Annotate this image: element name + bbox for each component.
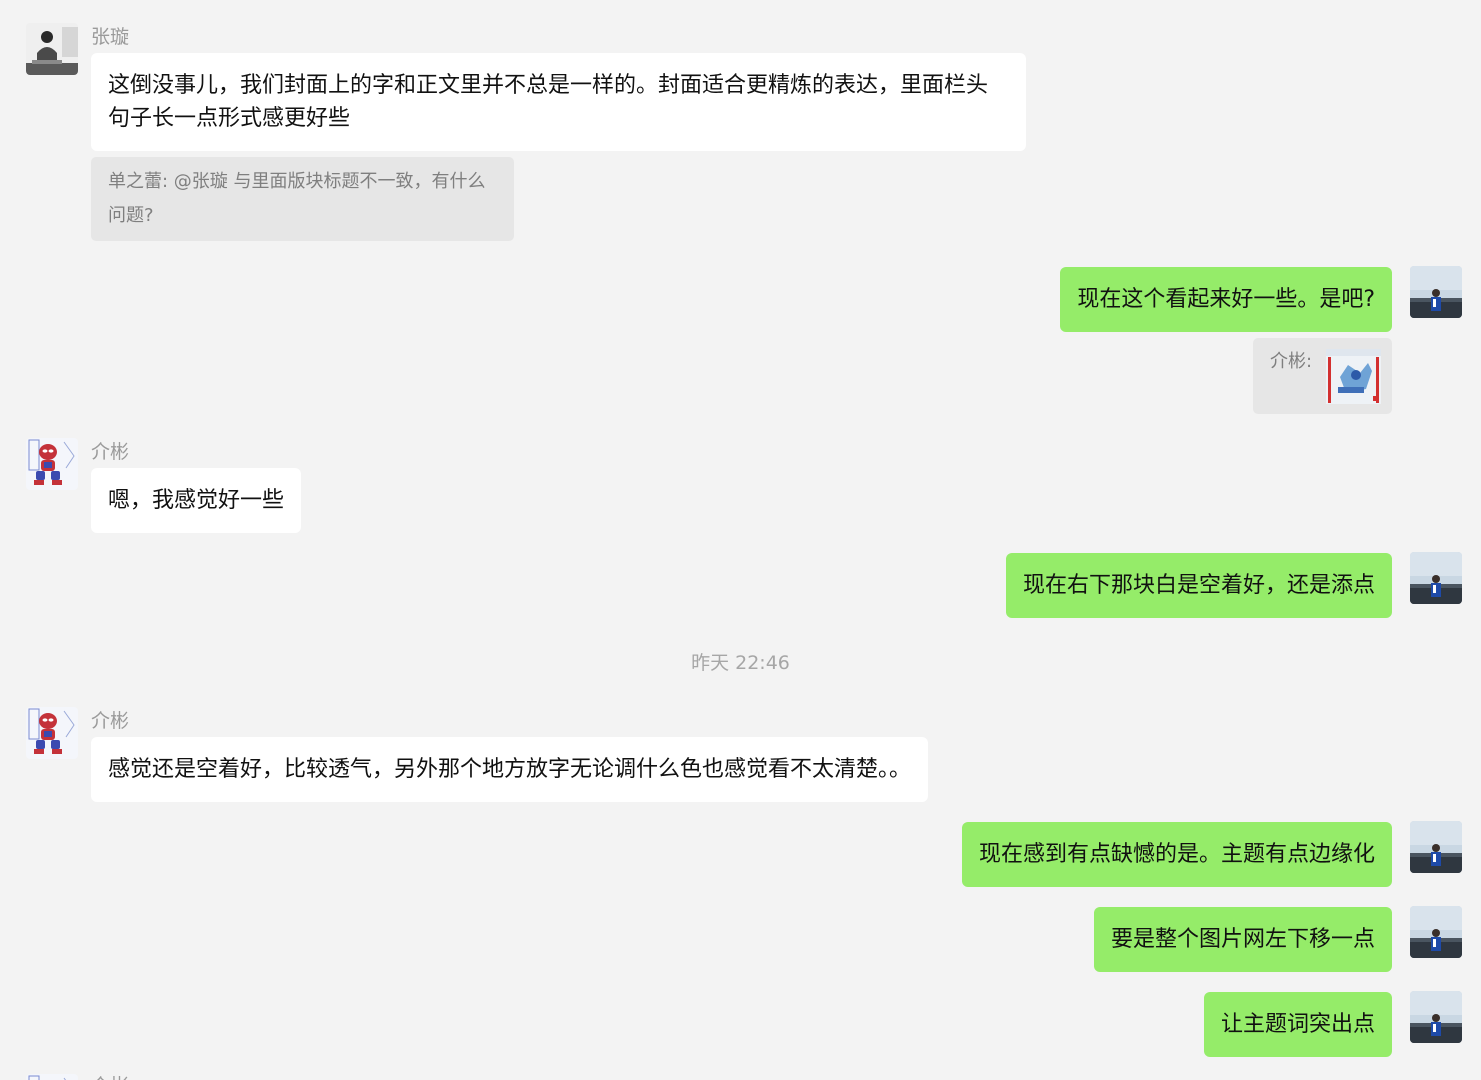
message-bubble[interactable]: 这倒没事儿，我们封面上的字和正文里并不总是一样的。封面适合更精炼的表达，里面栏头… [91,53,1026,151]
quote-sender-label: 介彬: [1270,351,1313,372]
avatar[interactable] [1410,821,1462,873]
message-bubble[interactable]: 嗯，我感觉好一些 [91,468,302,533]
sender-name: 张璇 [91,26,130,48]
avatar[interactable] [26,23,78,75]
message-bubble[interactable]: 要是整个图片网左下移一点 [1093,907,1392,972]
sender-name: 介彬 [91,710,130,732]
timestamp-divider: 昨天 22:46 [691,652,790,674]
avatar[interactable] [26,438,78,490]
message-bubble[interactable]: 感觉还是空着好，比较透气，另外那个地方放字无论调什么色也感觉看不太清楚。。 [91,737,929,802]
quoted-image-thumbnail[interactable] [1326,349,1381,404]
message-bubble[interactable]: 现在右下那块白是空着好，还是添点 [1005,553,1392,618]
quoted-message[interactable]: 介彬: [1253,338,1392,414]
quoted-message[interactable]: 单之蕾: @张璇 与里面版块标题不一致，有什么问题? [91,157,514,241]
avatar[interactable] [1410,552,1462,604]
chat-history[interactable]: 张璇 这倒没事儿，我们封面上的字和正文里并不总是一样的。封面适合更精炼的表达，里… [0,0,1481,1080]
avatar[interactable] [26,707,78,759]
avatar[interactable] [26,1074,78,1080]
message-bubble[interactable]: 现在这个看起来好一些。是吧? [1060,267,1392,332]
avatar[interactable] [1410,906,1462,958]
avatar[interactable] [1410,991,1462,1043]
message-bubble[interactable]: 让主题词突出点 [1203,992,1392,1057]
sender-name: 介彬 [91,441,130,463]
message-bubble[interactable]: 现在感到有点缺憾的是。主题有点边缘化 [961,822,1392,887]
avatar[interactable] [1410,266,1462,318]
sender-name: 介彬 [91,1071,129,1080]
